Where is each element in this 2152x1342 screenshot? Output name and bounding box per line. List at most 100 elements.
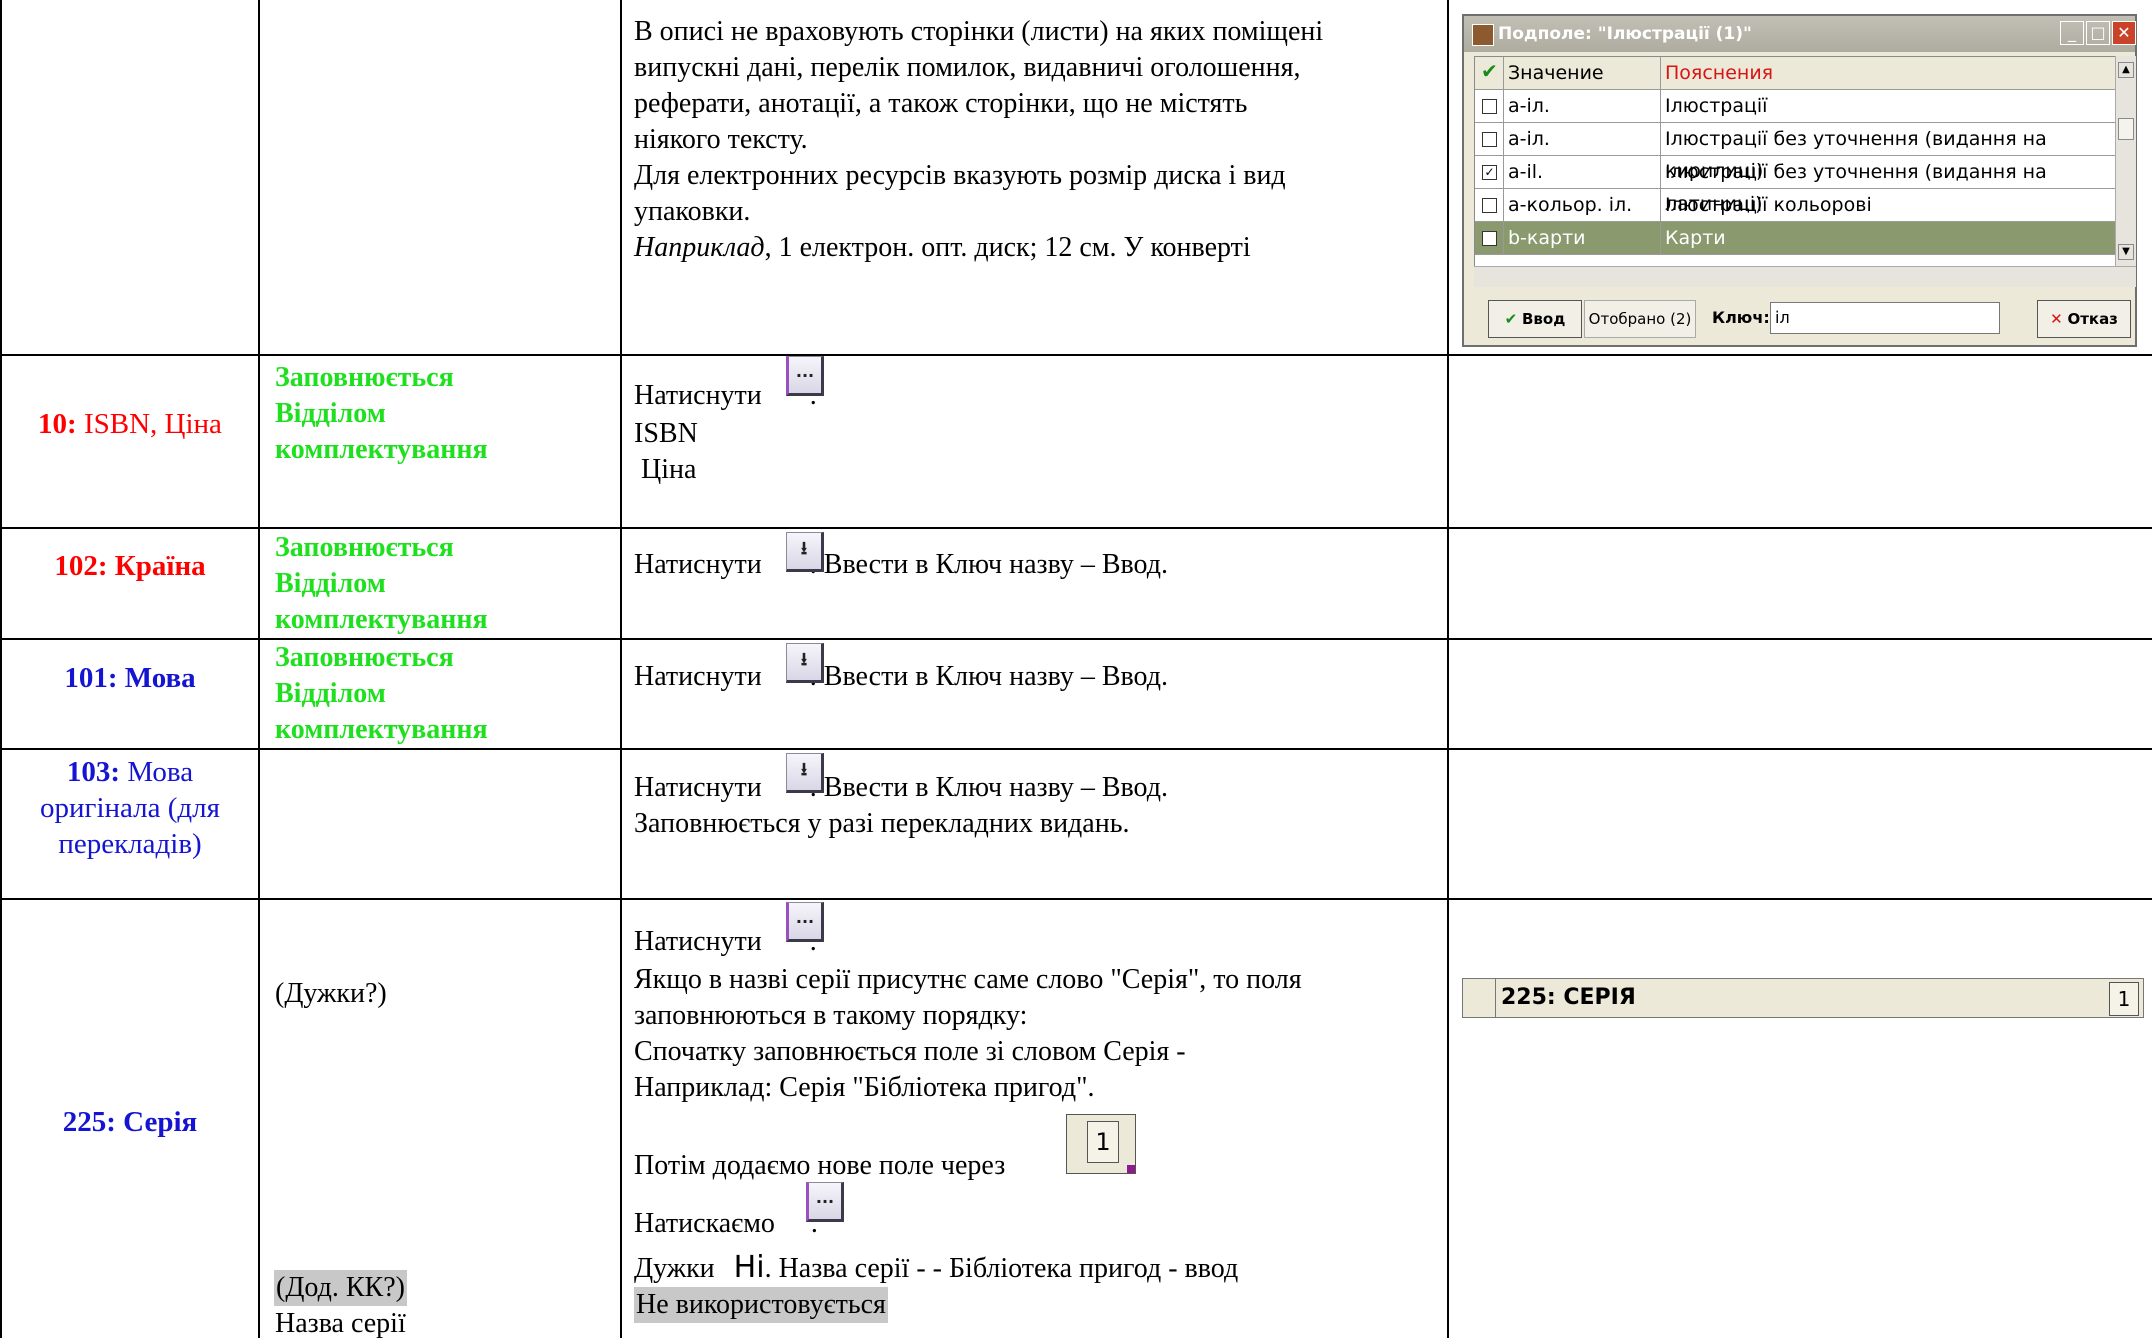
dialog-title: Подполе: "Ілюстрації (1)" <box>1498 24 1752 44</box>
description-line: Для електронних ресурсів вказують розмір… <box>634 160 1286 191</box>
row-separator <box>0 527 2152 529</box>
row-value: a-іл. <box>1504 123 1661 155</box>
field-label-102: 102: Країна <box>54 550 206 582</box>
minimize-icon[interactable]: _ <box>2060 21 2084 45</box>
table-divider-1 <box>258 0 260 1338</box>
row-checkbox[interactable] <box>1482 99 1497 114</box>
grid-row[interactable]: a-іл. Ілюстрації без уточнення (видання … <box>1475 123 2117 182</box>
grid-row[interactable]: a-кольор. іл. Ілюстрації кольорові <box>1475 189 2117 222</box>
key-input[interactable]: іл <box>1770 302 2000 334</box>
cancel-button[interactable]: ✕ Отказ <box>2037 300 2131 338</box>
maximize-icon[interactable]: □ <box>2086 21 2110 45</box>
row-value: a-кольор. іл. <box>1504 189 1661 221</box>
field-label-103: 103: Мова оригінала (для перекладів) <box>2 754 258 862</box>
press-text: Натиснути <box>634 549 762 580</box>
scroll-up-icon[interactable]: ▲ <box>2118 62 2134 78</box>
field-label-line: 103: Мова <box>2 754 258 790</box>
field-number: 103: <box>66 756 121 788</box>
filled-by-line: Відділом <box>275 678 386 709</box>
filled-by-note: Заповнюється Відділом комплектування <box>275 640 488 748</box>
instruction-text: Натиснути . Ввести в Ключ назву – Ввод. <box>634 547 1168 583</box>
row-explanation: Ілюстрації без уточнення (видання на лат… <box>1665 161 2047 215</box>
field-label-10: 10: ISBN, Ціна <box>2 406 258 442</box>
field-label-225: 225: Серія <box>62 1106 198 1138</box>
row-value: b-карти <box>1504 222 1661 254</box>
subfield-dialog: Подполе: "Ілюстрації (1)" _ □ ✕ ✔ Значен… <box>1462 14 2137 347</box>
isbn-line: ISBN <box>634 418 698 449</box>
description-line: упаковки. <box>634 196 751 227</box>
row-value: a-іл. <box>1504 90 1661 122</box>
price-line: Ціна <box>634 454 697 485</box>
row-checkbox[interactable]: ✓ <box>1482 231 1497 246</box>
header-explanation: Пояснения <box>1665 62 1774 84</box>
horizontal-scrollbar[interactable] <box>1474 266 2136 287</box>
unused-note: Не використовується <box>634 1287 888 1323</box>
table-divider-3 <box>1447 0 1449 1338</box>
grid-row[interactable]: a-іл. Ілюстрації <box>1475 90 2117 123</box>
ellipsis-button-icon: ... <box>786 902 824 942</box>
dialog-title-bar: Подполе: "Ілюстрації (1)" <box>1464 16 2135 52</box>
dropdown-arrow-icon: ⭳ <box>786 643 824 683</box>
ellipsis-button-icon: ... <box>786 356 824 396</box>
add-field-text: Потім додаємо нове поле через <box>634 1150 1006 1181</box>
grid-header: ✔ Значение Пояснения <box>1475 57 2117 90</box>
description-line: випускні дані, перелік помилок, видавнич… <box>634 52 1301 83</box>
instruction-rest: . Ввести в Ключ назву – Ввод. <box>809 772 1168 803</box>
press-again-text: Натискаємо <box>634 1208 775 1239</box>
selected-count-button[interactable]: Отобрано (2) <box>1584 300 1696 338</box>
field-number: 10: <box>38 408 77 440</box>
series-rule-line: Якщо в назві серії присутнє саме слово "… <box>634 964 1302 995</box>
filled-by-note: Заповнюється Відділом комплектування <box>275 530 488 638</box>
row-separator <box>0 898 2152 900</box>
example-italic: Наприклад <box>634 232 765 263</box>
filled-by-note: Заповнюється Відділом комплектування <box>275 360 488 468</box>
row-explanation: Карти <box>1665 227 1726 249</box>
app-icon <box>1472 24 1494 46</box>
series-rule-line: Спочатку заповнюється поле зі словом Сер… <box>634 1036 1186 1067</box>
press-text: Натиснути <box>634 661 762 692</box>
check-all-icon[interactable]: ✔ <box>1475 57 1504 89</box>
instruction-text: Натиснути . Ввести в Ключ назву – Ввод. <box>634 770 1168 806</box>
field-label-line: перекладів) <box>58 828 202 860</box>
key-label: Ключ: <box>1712 308 1770 327</box>
filled-by-line: комплектування <box>275 434 488 465</box>
grid-row-selected[interactable]: ✓ b-карти Карти <box>1475 222 2117 255</box>
filled-by-line: Відділом <box>275 398 386 429</box>
vertical-scrollbar[interactable]: ▲ ▼ <box>2115 56 2136 266</box>
filled-by-line: комплектування <box>275 604 488 635</box>
series-field-bar[interactable]: 225: СЕРІЯ 1 <box>1462 978 2144 1018</box>
example-line: Наприклад, 1 електрон. опт. диск; 12 см.… <box>634 230 1323 266</box>
extra-question: (Дод. КК?) <box>274 1270 407 1306</box>
scroll-thumb[interactable] <box>2118 118 2134 140</box>
field-label-101: 101: Мова <box>64 662 196 694</box>
dropdown-arrow-icon: ⭳ <box>786 532 824 572</box>
series-name-label: Назва серії <box>275 1308 406 1339</box>
row-checkbox[interactable] <box>1482 198 1497 213</box>
row-checkbox[interactable]: ✓ <box>1482 165 1497 180</box>
series-rule-line: Наприклад: Серія "Бібліотека пригод". <box>634 1072 1095 1103</box>
brackets-line: Дужки Ні. Назва серії - - Бібліотека при… <box>634 1250 1238 1287</box>
translation-note: Заповнюється у разі перекладних видань. <box>634 808 1130 839</box>
close-icon[interactable]: ✕ <box>2112 21 2136 45</box>
description-line: В описі не враховують сторінки (листи) н… <box>634 16 1324 47</box>
filled-by-line: Відділом <box>275 568 386 599</box>
filled-by-line: Заповнюється <box>275 532 454 563</box>
field-bar-counter[interactable]: 1 <box>2109 982 2139 1016</box>
instruction-rest: . Ввести в Ключ назву – Ввод. <box>809 661 1168 692</box>
counter-value: 1 <box>1087 1121 1119 1163</box>
field-name: ISBN, Ціна <box>76 408 222 440</box>
instruction-rest: . Ввести в Ключ назву – Ввод. <box>809 549 1168 580</box>
series-rule-text: Якщо в назві серії присутнє саме слово "… <box>634 962 1302 1106</box>
row-checkbox[interactable] <box>1482 132 1497 147</box>
filled-by-line: Заповнюється <box>275 362 454 393</box>
press-text: Натиснути <box>634 926 762 957</box>
brackets-question: (Дужки?) <box>275 978 387 1009</box>
field-label-line: оригінала (для <box>40 792 220 824</box>
brackets-word: Дужки <box>634 1253 715 1284</box>
scroll-down-icon[interactable]: ▼ <box>2118 244 2134 260</box>
ok-button[interactable]: ✔ Ввод <box>1488 300 1582 338</box>
counter-handle <box>1127 1165 1135 1173</box>
table-divider-2 <box>620 0 622 1338</box>
grid-row[interactable]: ✓ a-il. Ілюстрації без уточнення (виданн… <box>1475 156 2117 215</box>
instruction-text: Натиснути . Ввести в Ключ назву – Ввод. <box>634 659 1168 695</box>
